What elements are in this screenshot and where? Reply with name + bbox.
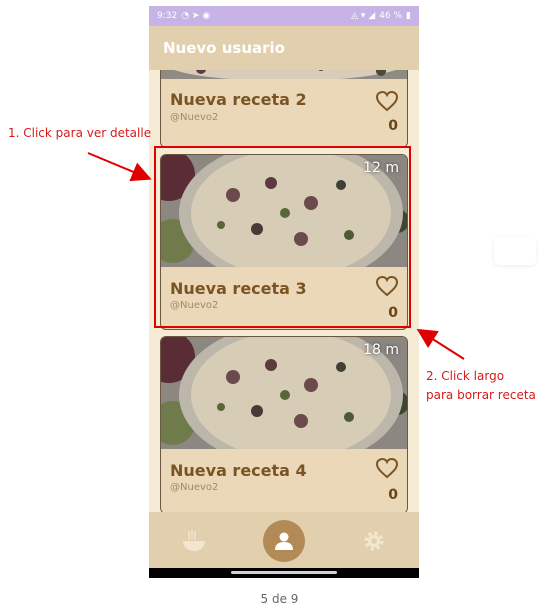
annotation-arrows bbox=[87, 152, 465, 360]
page-counter: 5 de 9 bbox=[260, 592, 299, 606]
screenshot-page: 9:32 ◔ ➤ ◉ ◬ ▾ ◢ 46 % ▮ Nuevo usuario Nu… bbox=[0, 0, 559, 612]
